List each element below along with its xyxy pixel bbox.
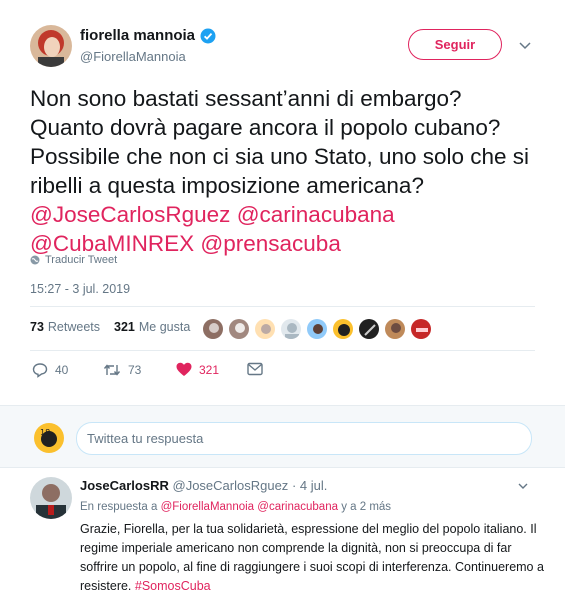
follow-button[interactable]: Seguir (408, 29, 502, 60)
tweet-body: Non sono bastati sessant’anni di embargo… (30, 86, 530, 198)
liker-avatar[interactable] (410, 318, 432, 340)
retweet-count: 73 (128, 363, 142, 377)
heart-icon (176, 362, 192, 376)
likes-stat[interactable]: 321 Me gusta (114, 320, 190, 334)
liker-avatar[interactable] (384, 318, 406, 340)
reply-icon (32, 363, 48, 378)
mention-link[interactable]: @carinacubana (237, 202, 395, 227)
author-handle[interactable]: @FiorellaMannoia (80, 49, 186, 64)
likes-label: Me gusta (138, 320, 191, 334)
in-reply-prefix: En respuesta a (80, 501, 158, 513)
liker-avatar[interactable] (280, 318, 302, 340)
mention-link[interactable]: @FiorellaMannoia (161, 501, 255, 513)
reply-author-handle[interactable]: @JoseCarlosRguez (173, 478, 289, 493)
chevron-down-icon[interactable] (518, 38, 532, 52)
liker-avatar[interactable] (228, 318, 250, 340)
mention-link[interactable]: @carinacubana (257, 501, 338, 513)
tweet-stats: 73 Retweets 321 Me gusta (30, 320, 190, 334)
reply-placeholder: Twittea tu respuesta (87, 431, 204, 446)
divider (30, 306, 535, 307)
mention-link[interactable]: @JoseCarlosRguez (30, 202, 230, 227)
chevron-down-icon[interactable] (517, 480, 529, 492)
author-avatar[interactable] (30, 25, 72, 67)
reply-button[interactable]: 40 (32, 362, 68, 378)
reply-date[interactable]: · 4 jul. (292, 478, 327, 493)
retweets-label: Retweets (47, 320, 101, 334)
hashtag-link[interactable]: #SomosCuba (135, 579, 211, 593)
tweet: fiorella mannoia @FiorellaMannoia Seguir… (0, 0, 565, 405)
liker-avatar[interactable] (332, 318, 354, 340)
tweet-text: Non sono bastati sessant’anni di embargo… (30, 84, 540, 258)
like-button[interactable]: 321 (176, 362, 219, 377)
divider (30, 350, 535, 351)
liker-avatar[interactable] (254, 318, 276, 340)
retweet-button[interactable]: 73 (103, 362, 141, 378)
in-reply-suffix[interactable]: y a 2 más (341, 501, 391, 513)
reply-count: 40 (55, 363, 69, 377)
reply-composer: 18 Twittea tu respuesta (0, 405, 565, 468)
reply-header: JoseCarlosRR @JoseCarlosRguez · 4 jul. (80, 478, 327, 493)
svg-text:18: 18 (40, 428, 50, 437)
liker-avatar[interactable] (202, 318, 224, 340)
reply-author-avatar[interactable] (30, 477, 72, 519)
envelope-icon (247, 362, 263, 376)
reply-input[interactable]: Twittea tu respuesta (76, 422, 532, 455)
verified-icon (200, 28, 216, 43)
mention-link[interactable]: @CubaMINREX (30, 231, 194, 256)
retweets-count: 73 (30, 320, 44, 334)
timestamp[interactable]: 15:27 - 3 jul. 2019 (30, 282, 130, 296)
reply-author-name[interactable]: JoseCarlosRR (80, 478, 169, 493)
author-name[interactable]: fiorella mannoia (80, 27, 195, 44)
like-count: 321 (199, 362, 220, 377)
direct-message-button[interactable] (247, 362, 263, 376)
likes-count: 321 (114, 320, 135, 334)
translate-tweet[interactable]: Traducir Tweet (30, 254, 117, 266)
translate-label: Traducir Tweet (45, 254, 118, 266)
reply-tweet: JoseCarlosRR @JoseCarlosRguez · 4 jul. E… (0, 468, 565, 596)
mention-link[interactable]: @prensacuba (200, 231, 340, 256)
liker-avatars (202, 318, 432, 340)
liker-avatar[interactable] (358, 318, 380, 340)
reply-text: Grazie, Fiorella, per la tua solidarietà… (80, 520, 550, 596)
retweets-stat[interactable]: 73 Retweets (30, 320, 100, 334)
globe-icon (30, 255, 40, 265)
retweet-icon (103, 364, 121, 376)
user-avatar[interactable]: 18 (34, 423, 64, 453)
in-reply-to: En respuesta a @FiorellaMannoia @carinac… (80, 501, 391, 513)
liker-avatar[interactable] (306, 318, 328, 340)
